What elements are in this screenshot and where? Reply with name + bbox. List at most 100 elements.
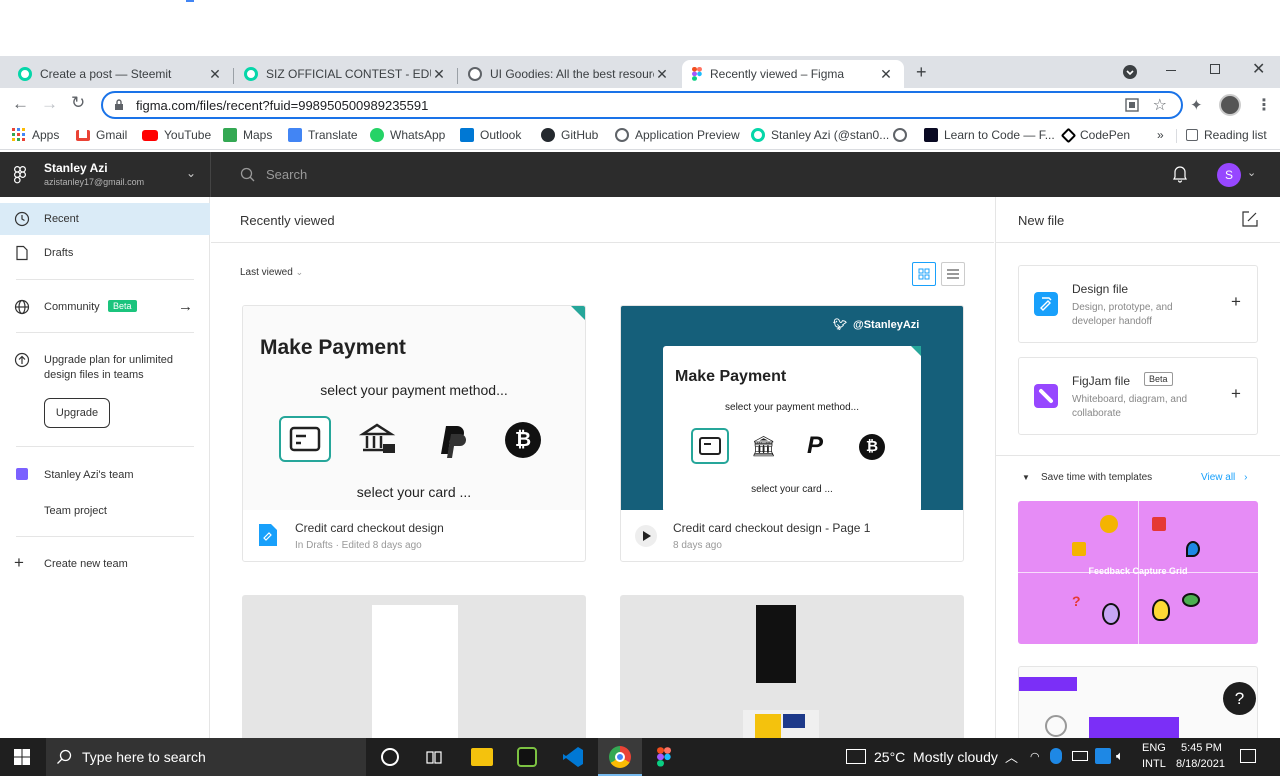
reload-icon[interactable]: ↻ (71, 93, 85, 113)
sidebar-item-team-project[interactable]: Team project (0, 495, 210, 527)
plus-icon[interactable]: + (1231, 384, 1241, 404)
thumb-heading: Make Payment (260, 336, 406, 359)
play-icon[interactable] (635, 525, 657, 547)
sidebar-item-drafts[interactable]: Drafts (0, 237, 210, 269)
sort-dropdown[interactable]: Last viewed ⌄ (240, 267, 303, 278)
bookmark-outlook[interactable]: Outlook (460, 128, 521, 142)
bookmark-application-preview[interactable]: Application Preview (615, 128, 740, 142)
volume-icon[interactable]: 🔈︎ (1116, 748, 1124, 764)
account-chevron-down-icon[interactable]: ⌄ (186, 166, 196, 180)
sidebar-item-create-team[interactable]: + Create new team (0, 548, 210, 580)
minimize-icon[interactable] (1166, 70, 1176, 71)
file-card-credit-checkout[interactable]: Make Payment select your payment method.… (242, 305, 586, 562)
forward-icon[interactable]: → (41, 94, 58, 114)
tab-figma-active[interactable]: Recently viewed – Figma ✕ (682, 60, 904, 88)
task-view-icon[interactable] (425, 748, 443, 766)
clock-date[interactable]: 8/18/2021 (1176, 758, 1225, 770)
bookmark-globe[interactable] (893, 128, 913, 142)
cortana-icon[interactable] (381, 748, 399, 766)
address-bar[interactable]: figma.com/files/recent?fuid=998950500989… (101, 91, 1183, 119)
figjam-icon (1034, 384, 1058, 408)
bookmark-label: Learn to Code — F... (944, 128, 1055, 142)
figjam-file-card[interactable]: FigJam file Beta Whiteboard, diagram, an… (1018, 357, 1258, 435)
bookmark-label: Gmail (96, 128, 128, 142)
search-input[interactable]: Search (266, 167, 307, 182)
network-icon[interactable] (1095, 748, 1111, 764)
bookmark-star-icon[interactable]: ☆ (1153, 95, 1167, 115)
bookmark-github[interactable]: GitHub (541, 128, 598, 142)
battery-icon[interactable] (1072, 751, 1088, 761)
file-thumbnail: 🐦︎ @StanleyAzi Make Payment select your p… (621, 306, 963, 512)
new-file-icon[interactable] (1241, 210, 1259, 228)
file-card-4[interactable] (620, 595, 964, 738)
plus-icon[interactable]: + (1231, 292, 1241, 312)
sidebar-item-team[interactable]: Stanley Azi's team (0, 459, 210, 491)
help-button[interactable]: ? (1223, 682, 1256, 715)
avatar-chevron-down-icon[interactable]: ⌄ (1247, 166, 1256, 179)
windows-start-icon[interactable] (14, 749, 30, 765)
sidebar-item-community[interactable]: Community Beta → (0, 291, 210, 323)
new-tab-button[interactable]: + (916, 62, 927, 83)
window-close-icon[interactable]: ✕ (1252, 59, 1265, 79)
bookmark-learn-to-code[interactable]: Learn to Code — F... (924, 128, 1055, 142)
language-code[interactable]: ENG (1142, 742, 1166, 754)
clock-time[interactable]: 5:45 PM (1181, 742, 1222, 754)
wifi-icon[interactable]: ◠ (1030, 750, 1040, 763)
bell-icon[interactable] (1172, 165, 1188, 183)
close-icon[interactable]: ✕ (431, 66, 447, 83)
weather-news-icon[interactable] (846, 749, 866, 764)
caret-down-icon[interactable]: ▼ (1022, 473, 1030, 482)
tab-ui-goodies[interactable]: UI Goodies: All the best resource ✕ (458, 60, 680, 88)
figma-logo-icon[interactable] (14, 166, 26, 184)
bookmark-apps[interactable]: Apps (12, 128, 59, 142)
restore-icon[interactable] (1210, 64, 1220, 74)
notification-icon[interactable] (1240, 749, 1256, 763)
back-icon[interactable]: ← (12, 94, 29, 114)
file-explorer-icon[interactable] (471, 748, 493, 766)
grid-view-icon[interactable] (912, 262, 936, 286)
vscode-icon[interactable] (562, 746, 584, 768)
profile-avatar[interactable] (1219, 94, 1241, 116)
figma-taskbar-icon[interactable] (657, 747, 671, 767)
tab-title: UI Goodies: All the best resource (490, 67, 654, 81)
file-card-3[interactable] (242, 595, 586, 738)
bookmark-gmail[interactable]: Gmail (76, 128, 127, 142)
design-file-card[interactable]: Design file Design, prototype, and devel… (1018, 265, 1258, 343)
tab-search-icon[interactable] (1123, 65, 1137, 79)
taskbar-search-box[interactable]: Type here to search (46, 738, 366, 776)
install-app-icon[interactable] (1125, 98, 1139, 112)
sidebar-item-recent[interactable]: Recent (0, 203, 210, 235)
weather-text[interactable]: 25°C Mostly cloudy (874, 749, 998, 765)
template-feedback-grid[interactable]: Feedback Capture Grid ? (1018, 501, 1258, 644)
bookmark-youtube[interactable]: YouTube (142, 128, 211, 142)
tab-title: SIZ OFFICIAL CONTEST - EDUACT (266, 67, 431, 81)
chrome-taskbar-button[interactable] (598, 738, 642, 776)
thumb-heading: Make Payment (675, 368, 787, 385)
chevron-up-icon[interactable]: ︿ (1005, 747, 1018, 766)
more-bookmarks-button[interactable]: » (1157, 128, 1164, 142)
template-second[interactable] (1018, 666, 1258, 738)
bookmark-maps[interactable]: Maps (223, 128, 272, 142)
keyboard-layout[interactable]: INTL (1142, 758, 1166, 770)
list-view-icon[interactable] (941, 262, 965, 286)
close-icon[interactable]: ✕ (654, 66, 670, 83)
bookmark-stanley-azi[interactable]: Stanley Azi (@stan0... (751, 128, 889, 142)
upgrade-button[interactable]: Upgrade (44, 398, 110, 428)
tab-steemit[interactable]: Create a post — Steemit ✕ (8, 60, 233, 88)
extensions-icon[interactable]: ✦ (1190, 96, 1203, 114)
bookmark-translate[interactable]: Translate (288, 128, 358, 142)
windows-taskbar: Type here to search 25°C Mostly cloudy ︿… (0, 738, 1280, 776)
close-icon[interactable]: ✕ (207, 66, 223, 83)
user-avatar[interactable]: S (1217, 163, 1241, 187)
view-all-link[interactable]: View all › (1201, 472, 1247, 483)
file-card-credit-checkout-page1[interactable]: 🐦︎ @StanleyAzi Make Payment select your p… (620, 305, 964, 562)
app-p-icon[interactable] (517, 747, 537, 767)
menu-dots-icon[interactable]: ⋮ (1256, 95, 1272, 115)
lock-icon (114, 99, 124, 111)
tab-siz-contest[interactable]: SIZ OFFICIAL CONTEST - EDUACT ✕ (234, 60, 457, 88)
close-icon[interactable]: ✕ (878, 66, 894, 83)
bookmark-codepen[interactable]: CodePen (1060, 127, 1130, 143)
bookmark-whatsapp[interactable]: WhatsApp (370, 128, 445, 142)
bluetooth-icon[interactable] (1050, 748, 1062, 764)
reading-list-button[interactable]: Reading list (1186, 128, 1267, 142)
